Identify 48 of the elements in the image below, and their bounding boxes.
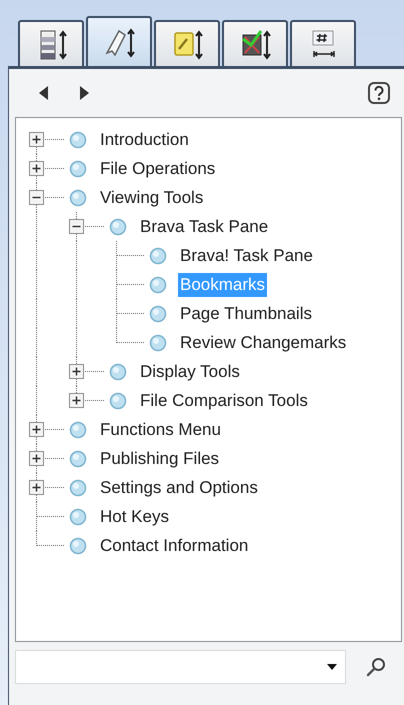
expand-toggle-icon[interactable] — [69, 393, 84, 408]
tree-item[interactable]: Functions Menu — [98, 418, 223, 442]
expand-toggle-icon[interactable] — [29, 480, 44, 495]
topic-icon — [149, 276, 167, 294]
help-icon[interactable] — [368, 82, 390, 104]
collapse-toggle-icon[interactable] — [69, 219, 84, 234]
topic-icon — [109, 362, 127, 380]
collapse-toggle-icon[interactable] — [29, 190, 44, 205]
topic-icon — [69, 188, 87, 206]
back-arrow-icon[interactable] — [39, 86, 49, 100]
tree-item[interactable]: Brava Task Pane — [138, 214, 270, 238]
search-icon[interactable] — [366, 657, 386, 677]
expand-toggle-icon[interactable] — [29, 161, 44, 176]
topic-icon — [69, 420, 87, 438]
tab[interactable] — [154, 20, 220, 66]
tab[interactable] — [86, 16, 152, 66]
dropdown-caret-icon[interactable] — [327, 664, 337, 670]
topic-icon — [149, 246, 167, 264]
topic-icon — [69, 130, 87, 148]
tree-item[interactable]: Hot Keys — [98, 504, 171, 528]
topic-icon — [149, 334, 167, 352]
topic-icon — [69, 450, 87, 468]
topic-icon — [149, 304, 167, 322]
topic-icon — [109, 218, 127, 236]
tree-item[interactable]: Viewing Tools — [98, 186, 206, 210]
tab[interactable] — [222, 20, 288, 66]
forward-arrow-icon[interactable] — [79, 86, 89, 100]
tab[interactable] — [290, 20, 356, 66]
tree-item[interactable]: Contact Information — [98, 534, 250, 558]
tree-item[interactable]: File Operations — [98, 156, 218, 180]
topic-icon — [69, 160, 87, 178]
tree-item[interactable]: Review Changemarks — [178, 330, 348, 354]
tree-item[interactable]: Settings and Options — [98, 476, 260, 500]
expand-toggle-icon[interactable] — [69, 364, 84, 379]
topic-icon — [69, 508, 87, 526]
tree-item[interactable]: Page Thumbnails — [178, 302, 314, 326]
tree-item[interactable]: File Comparison Tools — [138, 388, 310, 412]
expand-toggle-icon[interactable] — [29, 422, 44, 437]
tab[interactable] — [18, 20, 84, 66]
tree-item[interactable]: Publishing Files — [98, 446, 222, 470]
topic-icon — [69, 478, 87, 496]
expand-toggle-icon[interactable] — [29, 132, 44, 147]
tree-item[interactable]: Display Tools — [138, 360, 242, 384]
topic-icon — [69, 536, 87, 554]
expand-toggle-icon[interactable] — [29, 451, 44, 466]
tree-item[interactable]: Brava! Task Pane — [178, 244, 315, 268]
tree-item[interactable]: Introduction — [98, 128, 191, 152]
topic-icon — [109, 392, 127, 410]
